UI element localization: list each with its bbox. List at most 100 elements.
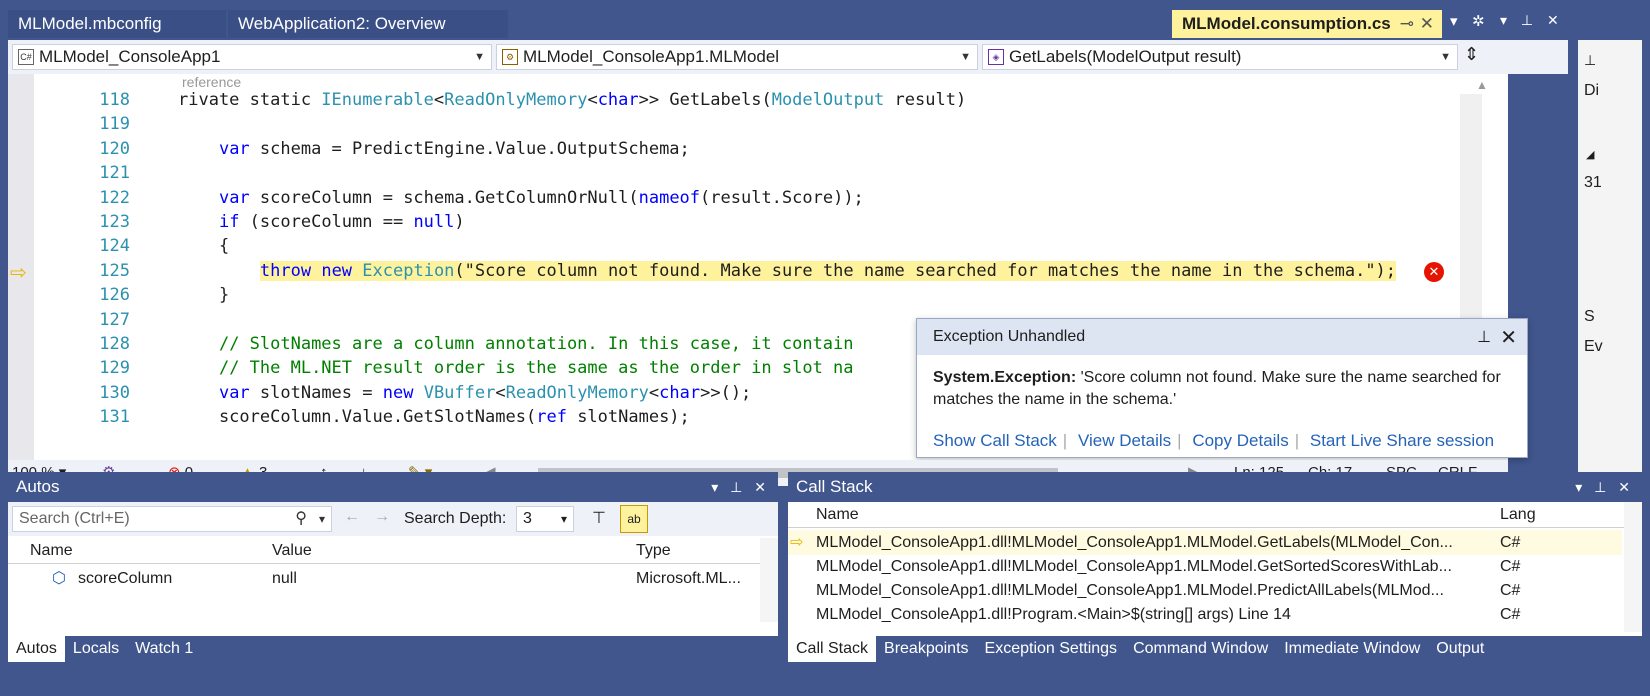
dropdown-icon[interactable]: ▾ xyxy=(711,479,718,495)
project-dropdown[interactable]: C# MLModel_ConsoleApp1 ▼ xyxy=(12,44,492,70)
close-tab-icon[interactable]: ✕ xyxy=(1420,10,1434,38)
tab-label: MLModel.consumption.cs xyxy=(1182,14,1391,33)
autos-scrollbar[interactable] xyxy=(760,538,778,622)
code-line[interactable]: 122 var scoreColumn = schema.GetColumnOr… xyxy=(8,188,1448,213)
line-number: 118 xyxy=(99,90,130,110)
right-tool-window-header: ▾ ⊥ ✕ xyxy=(1500,12,1559,29)
name-column-header[interactable]: Name xyxy=(816,502,859,528)
copy-details-link[interactable]: Copy Details xyxy=(1192,431,1288,450)
callstack-row[interactable]: MLModel_ConsoleApp1.dll!MLModel_ConsoleA… xyxy=(788,578,1622,603)
pin-icon[interactable]: ⊥ xyxy=(730,479,742,495)
pin-icon[interactable]: ⊥ xyxy=(1584,52,1596,69)
exception-message: System.Exception: 'Score column not foun… xyxy=(917,355,1527,423)
row-value: null xyxy=(272,570,297,587)
panel-label-s: S xyxy=(1584,308,1595,325)
code-line[interactable]: 125 throw new Exception("Score column no… xyxy=(8,260,1448,286)
tab-autos[interactable]: Autos xyxy=(8,636,65,662)
name-column-header[interactable]: Name xyxy=(30,538,73,564)
code-text: throw new Exception("Score column not fo… xyxy=(259,260,1397,281)
class-label: MLModel_ConsoleApp1.MLModel xyxy=(523,47,780,66)
pin-icon[interactable]: ⊸ xyxy=(1400,10,1414,38)
close-icon[interactable]: ✕ xyxy=(1500,325,1517,350)
code-line[interactable]: 118 rivate static IEnumerable<ReadOnlyMem… xyxy=(8,90,1448,115)
code-text: } xyxy=(178,285,230,306)
type-column-header[interactable]: Type xyxy=(636,538,671,564)
navigation-bar: C# MLModel_ConsoleApp1 ▼ ⚙ MLModel_Conso… xyxy=(8,40,1568,74)
line-number: 124 xyxy=(99,236,130,257)
value-column-header[interactable]: Value xyxy=(272,538,312,564)
line-number: 125 xyxy=(99,260,130,281)
pin-source-icon[interactable]: ⊤ xyxy=(592,508,606,528)
tab-mlmodel-consumption[interactable]: MLModel.consumption.cs ⊸ ✕ xyxy=(1172,10,1442,38)
callstack-row[interactable]: MLModel_ConsoleApp1.dll!Program.<Main>$(… xyxy=(788,602,1622,627)
search-depth-select[interactable]: 3 ▾ xyxy=(516,506,574,532)
close-icon[interactable]: ✕ xyxy=(1547,12,1559,28)
callstack-row[interactable]: ⇨ MLModel_ConsoleApp1.dll!MLModel_Console… xyxy=(788,530,1622,555)
search-placeholder: Search (Ctrl+E) xyxy=(19,510,130,527)
tab-locals[interactable]: Locals xyxy=(65,636,127,662)
callstack-scrollbar[interactable] xyxy=(1624,502,1642,632)
code-line[interactable]: 119 xyxy=(8,114,1448,139)
document-tab-bar: MLModel.mbconfig WebApplication2: Overvi… xyxy=(0,8,1520,38)
diagnostic-tools-panel: ⊥ Di ◢ 31 S Ev xyxy=(1578,40,1642,486)
frame-name: MLModel_ConsoleApp1.dll!MLModel_ConsoleA… xyxy=(816,558,1452,575)
field-icon: ⬡ xyxy=(52,570,66,587)
code-text: var slotNames = new VBuffer<ReadOnlyMemo… xyxy=(218,382,752,403)
callstack-row[interactable]: MLModel_ConsoleApp1.dll!MLModel_ConsoleA… xyxy=(788,554,1622,579)
code-line[interactable]: 124 { xyxy=(8,236,1448,261)
tab-call-stack[interactable]: Call Stack xyxy=(788,636,877,662)
lang-column-header[interactable]: Lang xyxy=(1500,502,1536,528)
code-line[interactable]: 120 var schema = PredictEngine.Value.Out… xyxy=(8,139,1448,164)
codelens-reference[interactable]: reference xyxy=(182,74,241,90)
search-forward-icon[interactable]: → xyxy=(374,508,390,526)
close-icon[interactable]: ✕ xyxy=(1618,479,1630,495)
line-number: 121 xyxy=(99,163,130,184)
pin-icon[interactable]: ⊥ xyxy=(1594,479,1606,495)
expand-icon[interactable]: ◢ xyxy=(1586,148,1594,161)
autos-row[interactable]: ⬡ scoreColumn null Microsoft.ML... xyxy=(8,566,758,591)
class-dropdown[interactable]: ⚙ MLModel_ConsoleApp1.MLModel ▼ xyxy=(496,44,978,70)
tab-webapplication2-overview[interactable]: WebApplication2: Overview xyxy=(228,10,508,38)
scroll-up-arrow-icon[interactable]: ▲ xyxy=(1476,78,1488,92)
panel-label-di: Di xyxy=(1584,82,1600,99)
line-number: 127 xyxy=(99,309,130,330)
split-window-icon[interactable]: ⇕ xyxy=(1464,44,1479,65)
tab-exception-settings[interactable]: Exception Settings xyxy=(977,636,1126,662)
dropdown-icon[interactable]: ▾ xyxy=(1500,12,1507,28)
start-live-share-link[interactable]: Start Live Share session xyxy=(1310,431,1494,450)
chevron-down-icon[interactable]: ▾ xyxy=(319,507,325,531)
code-line[interactable]: 123 if (scoreColumn == null) xyxy=(8,212,1448,237)
autos-bottom-tabs: Autos Locals Watch 1 xyxy=(8,636,778,662)
error-icon[interactable]: ✕ xyxy=(1424,262,1444,282)
row-name: scoreColumn xyxy=(78,570,173,587)
search-back-icon[interactable]: ← xyxy=(344,508,360,526)
dropdown-icon[interactable]: ▾ xyxy=(1575,479,1582,495)
tab-command-window[interactable]: Command Window xyxy=(1125,636,1276,662)
tab-watch-1[interactable]: Watch 1 xyxy=(127,636,201,662)
pin-icon[interactable]: ⊥ xyxy=(1477,327,1491,347)
tab-mlmodel-mbconfig[interactable]: MLModel.mbconfig xyxy=(8,10,226,38)
tab-immediate-window[interactable]: Immediate Window xyxy=(1276,636,1428,662)
tab-list-dropdown-icon[interactable]: ▾ xyxy=(1450,12,1458,30)
search-depth-value: 3 xyxy=(523,510,532,527)
chevron-down-icon: ▼ xyxy=(474,51,485,63)
view-details-link[interactable]: View Details xyxy=(1078,431,1171,450)
settings-gear-icon[interactable]: ✲ xyxy=(1472,12,1485,30)
close-icon[interactable]: ✕ xyxy=(754,479,766,495)
member-dropdown[interactable]: ◈ GetLabels(ModelOutput result) ▼ xyxy=(982,44,1458,70)
chevron-down-icon: ▼ xyxy=(1440,51,1451,63)
tab-breakpoints[interactable]: Breakpoints xyxy=(876,636,977,662)
code-line[interactable]: 121 xyxy=(8,163,1448,188)
chevron-down-icon: ▼ xyxy=(960,51,971,63)
search-depth-label: Search Depth: xyxy=(404,510,507,527)
tab-output[interactable]: Output xyxy=(1428,636,1492,662)
show-call-stack-link[interactable]: Show Call Stack xyxy=(933,431,1057,450)
line-number: 123 xyxy=(99,212,130,232)
chevron-down-icon: ▾ xyxy=(560,512,567,526)
frame-language: C# xyxy=(1500,606,1521,623)
pin-icon[interactable]: ⊥ xyxy=(1521,12,1533,28)
code-line[interactable]: 126 } xyxy=(8,285,1448,310)
search-input[interactable]: Search (Ctrl+E) ⚲ ▾ xyxy=(12,506,332,532)
exception-title: Exception Unhandled xyxy=(917,319,1527,355)
view-as-text-icon[interactable]: ab xyxy=(620,505,648,533)
